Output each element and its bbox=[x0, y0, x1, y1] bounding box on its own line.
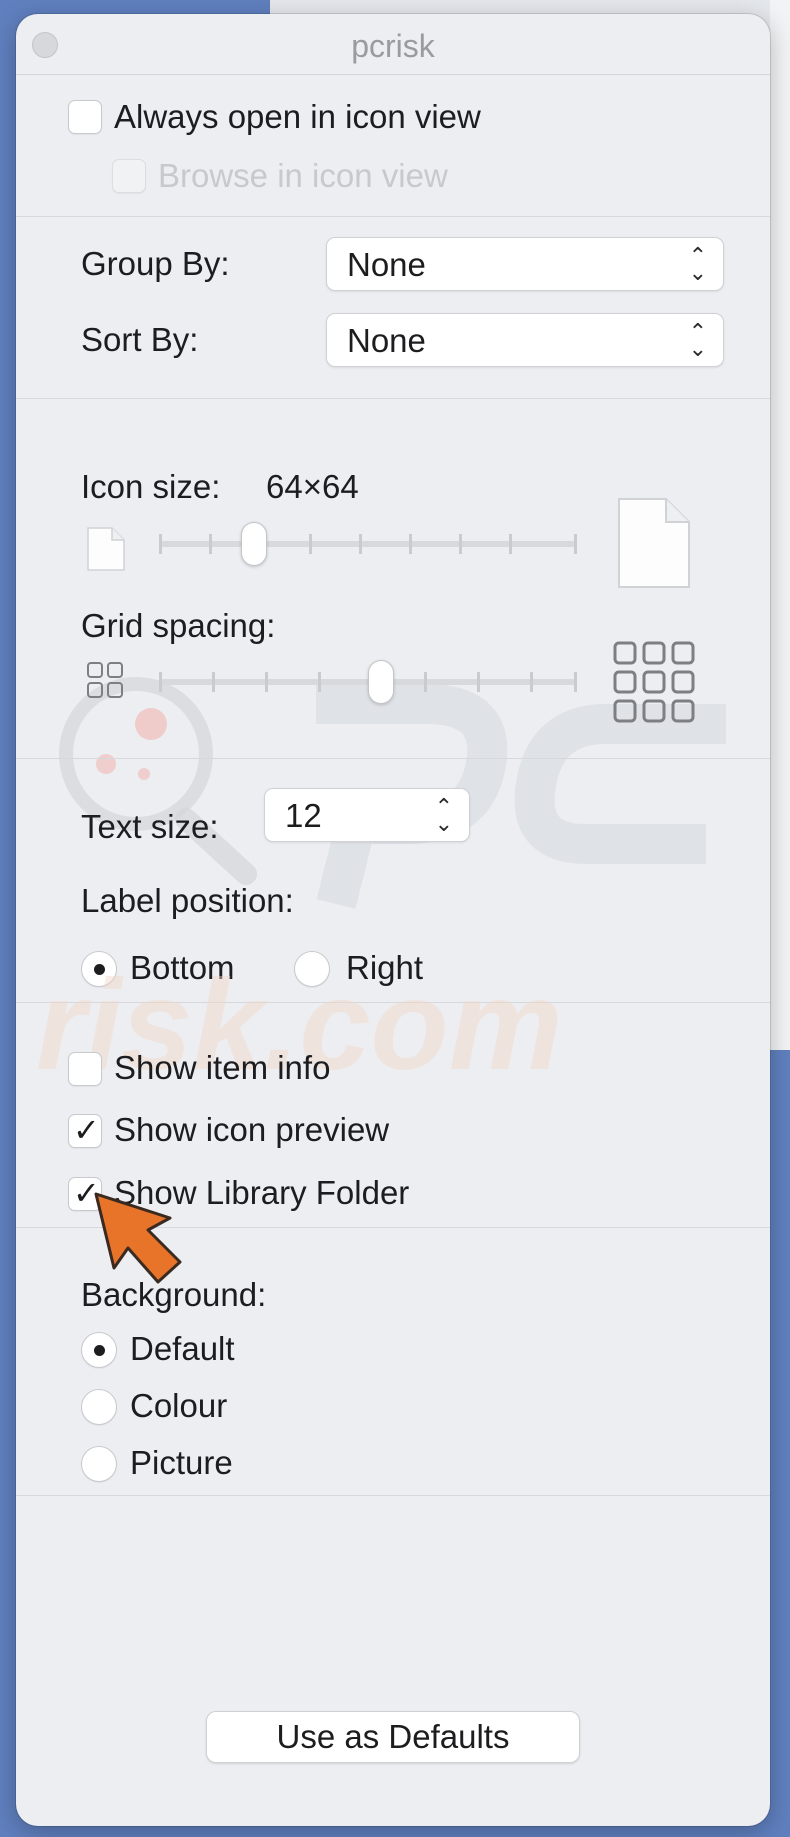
radio-selected-dot bbox=[94, 964, 105, 975]
sort-by-label: Sort By: bbox=[81, 321, 199, 358]
background-colour-label: Colour bbox=[130, 1387, 228, 1424]
always-open-icon-view-label: Always open in icon view bbox=[114, 98, 481, 135]
label-position-right-radio[interactable] bbox=[294, 951, 330, 987]
group-by-value: None bbox=[347, 246, 426, 283]
icon-size-slider-thumb[interactable] bbox=[241, 522, 267, 566]
slider-tick bbox=[212, 672, 215, 692]
view-options-window: pcrisk Always open in icon view Browse i… bbox=[16, 14, 770, 1826]
section-divider bbox=[16, 758, 770, 759]
text-size-popup[interactable]: 12 ⌃ ⌄ bbox=[264, 788, 470, 842]
always-open-icon-view-checkbox[interactable] bbox=[68, 100, 102, 134]
browse-icon-view-label: Browse in icon view bbox=[158, 157, 448, 194]
section-divider bbox=[16, 1002, 770, 1003]
background-default-radio[interactable] bbox=[81, 1332, 117, 1368]
slider-tick bbox=[477, 672, 480, 692]
background-picture-label: Picture bbox=[130, 1444, 233, 1481]
window-title: pcrisk bbox=[351, 28, 435, 64]
icon-size-label: Icon size: bbox=[81, 468, 221, 505]
sort-by-popup[interactable]: None ⌃ ⌄ bbox=[326, 313, 724, 367]
background-colour-radio[interactable] bbox=[81, 1389, 117, 1425]
slider-tick bbox=[159, 534, 162, 554]
slider-tick bbox=[574, 672, 577, 692]
slider-tick bbox=[509, 534, 512, 554]
slider-tick bbox=[424, 672, 427, 692]
slider-tick bbox=[265, 672, 268, 692]
document-icon bbox=[618, 498, 690, 588]
show-item-info-checkbox[interactable] bbox=[68, 1052, 102, 1086]
slider-tick bbox=[530, 672, 533, 692]
slider-tick bbox=[459, 534, 462, 554]
text-size-value: 12 bbox=[285, 797, 322, 834]
up-down-chevron-icon: ⌃ ⌄ bbox=[688, 319, 707, 361]
grid-icon bbox=[613, 641, 695, 723]
slider-tick bbox=[409, 534, 412, 554]
checkmark-icon: ✓ bbox=[73, 1111, 100, 1149]
slider-tick bbox=[209, 534, 212, 554]
label-position-bottom-label: Bottom bbox=[130, 949, 235, 986]
title-bar: pcrisk bbox=[16, 14, 770, 75]
slider-tick bbox=[318, 672, 321, 692]
use-as-defaults-button[interactable]: Use as Defaults bbox=[206, 1711, 580, 1763]
label-position-label: Label position: bbox=[81, 882, 294, 919]
section-divider bbox=[16, 1495, 770, 1496]
label-position-right-label: Right bbox=[346, 949, 424, 986]
background-picture-radio[interactable] bbox=[81, 1446, 117, 1482]
grid-icon bbox=[87, 662, 123, 698]
section-divider bbox=[16, 216, 770, 217]
background-default-label: Default bbox=[130, 1330, 235, 1367]
slider-tick bbox=[359, 534, 362, 554]
label-position-bottom-radio[interactable] bbox=[81, 951, 117, 987]
group-by-label: Group By: bbox=[81, 245, 230, 282]
browse-icon-view-checkbox bbox=[112, 159, 146, 193]
grid-spacing-slider-thumb[interactable] bbox=[368, 660, 394, 704]
grid-spacing-label: Grid spacing: bbox=[81, 607, 276, 644]
up-down-chevron-icon: ⌃ ⌄ bbox=[434, 794, 453, 836]
icon-size-slider-track[interactable] bbox=[159, 541, 577, 547]
background-window-edge bbox=[770, 0, 790, 1050]
slider-tick bbox=[159, 672, 162, 692]
arrow-pointer-icon bbox=[94, 1192, 182, 1284]
group-by-popup[interactable]: None ⌃ ⌄ bbox=[326, 237, 724, 291]
slider-tick bbox=[574, 534, 577, 554]
show-icon-preview-checkbox[interactable]: ✓ bbox=[68, 1111, 102, 1149]
document-icon bbox=[87, 527, 125, 571]
icon-size-value: 64×64 bbox=[266, 468, 359, 505]
up-down-chevron-icon: ⌃ ⌄ bbox=[688, 243, 707, 285]
text-size-label: Text size: bbox=[81, 808, 219, 845]
section-divider bbox=[16, 398, 770, 399]
slider-tick bbox=[309, 534, 312, 554]
sort-by-value: None bbox=[347, 322, 426, 359]
radio-selected-dot bbox=[94, 1345, 105, 1356]
show-item-info-label: Show item info bbox=[114, 1049, 331, 1086]
show-icon-preview-label: Show icon preview bbox=[114, 1111, 390, 1148]
